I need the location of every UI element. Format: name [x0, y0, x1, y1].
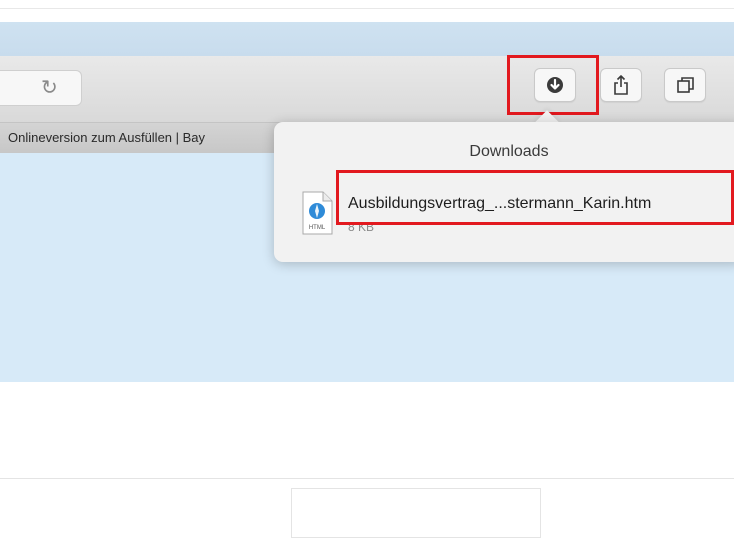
top-divider — [0, 8, 734, 9]
window-title-strip — [0, 22, 734, 56]
download-icon — [547, 77, 563, 93]
html-file-icon: HTML — [302, 191, 333, 235]
downloads-popover: Downloads HTML Ausbildungsvertrag_...ste… — [274, 122, 734, 262]
tab-overview-button[interactable] — [664, 68, 706, 102]
browser-toolbar: ↻ — [0, 56, 734, 123]
downloads-button[interactable] — [534, 68, 576, 102]
download-file-name[interactable]: Ausbildungsvertrag_...stermann_Karin.htm — [348, 195, 651, 213]
download-file-size: 8 KB — [348, 220, 375, 234]
share-icon — [614, 75, 628, 95]
share-button[interactable] — [600, 68, 642, 102]
file-type-label: HTML — [309, 225, 326, 231]
address-bar[interactable]: ↻ — [0, 70, 82, 106]
bottom-box — [291, 488, 541, 538]
downloads-title: Downloads — [469, 143, 549, 160]
lower-divider — [0, 478, 734, 479]
tab-overview-icon — [677, 77, 694, 93]
reload-icon[interactable]: ↻ — [41, 75, 58, 100]
tab-title[interactable]: Onlineversion zum Ausfüllen | Bay — [8, 130, 205, 145]
